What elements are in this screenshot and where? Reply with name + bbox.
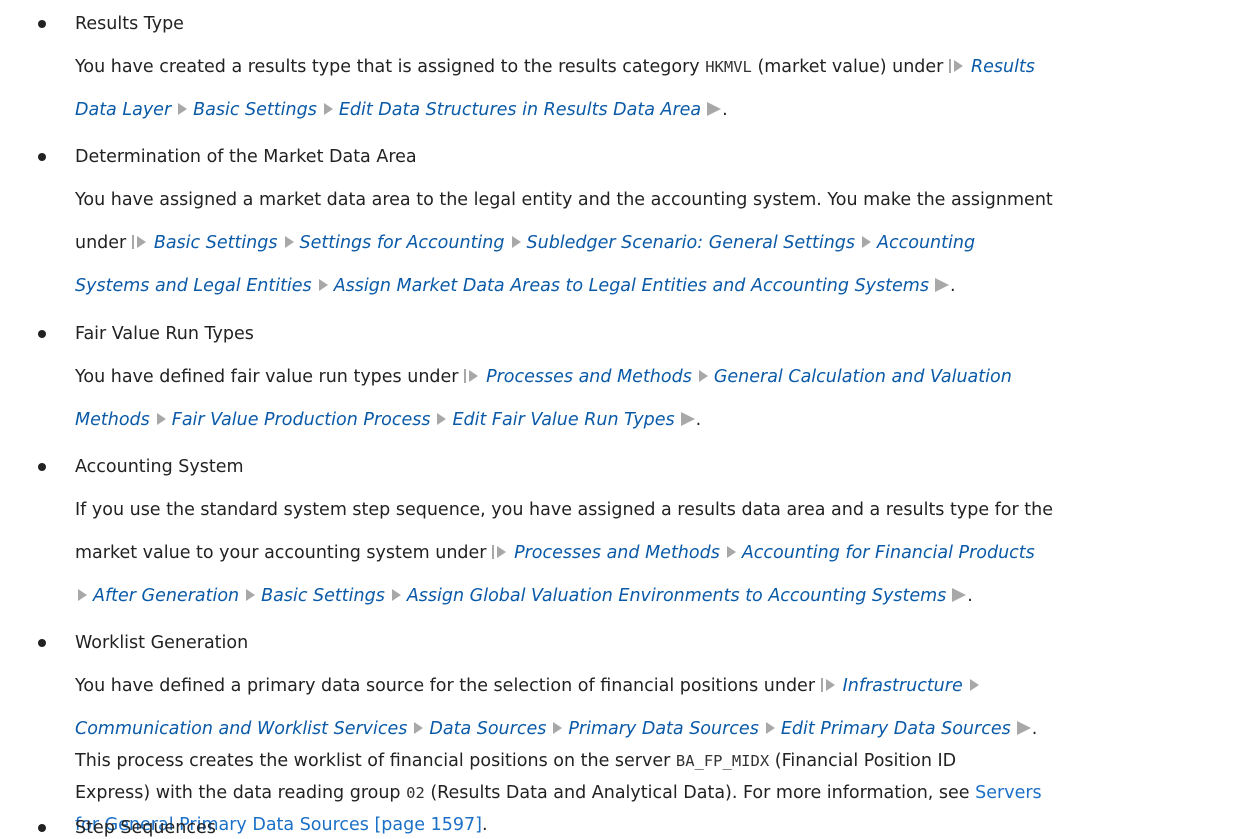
menu-path-separator-icon bbox=[284, 236, 294, 248]
menu-path-start-icon bbox=[492, 545, 507, 559]
menu-path-step[interactable]: Edit Primary Data Sources bbox=[781, 719, 1011, 739]
menu-path-step[interactable]: Assign Market Data Areas to Legal Entiti… bbox=[334, 276, 929, 296]
menu-path-separator-icon bbox=[726, 546, 736, 558]
menu-path-separator-icon bbox=[511, 236, 521, 248]
menu-path-step[interactable]: Primary Data Sources bbox=[568, 719, 758, 739]
menu-path-separator-icon bbox=[78, 589, 87, 601]
menu-path-step[interactable]: Subledger Scenario: General Settings bbox=[527, 233, 856, 253]
menu-path-separator-icon bbox=[437, 413, 447, 425]
menu-path-separator-icon bbox=[553, 722, 563, 734]
menu-path-step[interactable]: Communication and Worklist Services bbox=[75, 719, 407, 739]
list-item-text: Communication and Worklist Services Data … bbox=[75, 719, 1038, 739]
menu-path-step[interactable]: Assign Global Valuation Environments to … bbox=[407, 586, 946, 606]
list-bullet bbox=[38, 330, 46, 338]
menu-path-step[interactable]: Infrastructure bbox=[843, 676, 963, 696]
code-value: HKMVL bbox=[705, 58, 752, 76]
menu-path-step[interactable]: Basic Settings bbox=[154, 233, 278, 253]
menu-path-step[interactable]: Data Sources bbox=[429, 719, 546, 739]
list-item-title: Accounting System bbox=[75, 457, 244, 477]
menu-path-separator-icon bbox=[156, 413, 166, 425]
list-item-text: Systems and Legal Entities Assign Market … bbox=[75, 276, 956, 296]
menu-path-step[interactable]: After Generation bbox=[93, 586, 239, 606]
menu-path-step[interactable]: Methods bbox=[75, 410, 150, 430]
menu-path-step[interactable]: Results bbox=[971, 57, 1035, 77]
menu-path-separator-icon bbox=[318, 279, 328, 291]
list-item-text: Express) with the data reading group 02 … bbox=[75, 783, 1042, 803]
menu-path-start-icon bbox=[464, 369, 479, 383]
code-value: BA_FP_MIDX bbox=[675, 752, 770, 770]
list-bullet bbox=[38, 824, 46, 832]
menu-path-step[interactable]: Processes and Methods bbox=[514, 543, 720, 563]
menu-path-end-icon bbox=[1016, 721, 1031, 735]
menu-path-separator-icon bbox=[323, 103, 333, 115]
menu-path-end-icon bbox=[934, 278, 949, 292]
list-item-text: Data Layer Basic Settings Edit Data Struct… bbox=[75, 100, 728, 120]
list-item-text: You have created a results type that is … bbox=[75, 57, 1035, 77]
list-item-text: After Generation Basic Settings Assign Glo… bbox=[75, 585, 973, 607]
list-item-text: market value to your accounting system u… bbox=[75, 543, 1035, 563]
list-bullet bbox=[38, 153, 46, 161]
list-item-title: Results Type bbox=[75, 14, 184, 34]
menu-path-separator-icon bbox=[862, 236, 872, 248]
code-value: 02 bbox=[406, 784, 425, 802]
list-item-text: You have defined a primary data source f… bbox=[75, 675, 985, 697]
menu-path-step[interactable]: Basic Settings bbox=[193, 100, 317, 120]
menu-path-step[interactable]: Fair Value Production Process bbox=[172, 410, 431, 430]
list-item-text: You have defined fair value run types un… bbox=[75, 367, 1012, 387]
list-item-text: Methods Fair Value Production Process Edit… bbox=[75, 410, 702, 430]
menu-path-step[interactable]: Data Layer bbox=[75, 100, 171, 120]
menu-path-separator-icon bbox=[391, 589, 401, 601]
list-item-title: Fair Value Run Types bbox=[75, 324, 254, 344]
menu-path-step[interactable]: Accounting bbox=[877, 233, 975, 253]
menu-path-step[interactable]: Basic Settings bbox=[261, 586, 385, 606]
menu-path-separator-icon bbox=[414, 722, 424, 734]
menu-path-step[interactable]: Accounting for Financial Products bbox=[742, 543, 1035, 563]
menu-path-step[interactable]: Settings for Accounting bbox=[300, 233, 505, 253]
list-item-text: You have assigned a market data area to … bbox=[75, 190, 1053, 210]
list-item-text: This process creates the worklist of fin… bbox=[75, 751, 957, 771]
menu-path-end-icon bbox=[680, 412, 695, 426]
menu-path-step[interactable]: Edit Data Structures in Results Data Are… bbox=[339, 100, 701, 120]
menu-path-separator-icon bbox=[765, 722, 775, 734]
menu-path-end-icon bbox=[952, 588, 967, 602]
cross-reference-link[interactable]: Servers bbox=[975, 783, 1042, 803]
menu-path-step[interactable]: Processes and Methods bbox=[486, 367, 692, 387]
menu-path-separator-icon bbox=[969, 679, 979, 691]
menu-path-step[interactable]: Systems and Legal Entities bbox=[75, 276, 312, 296]
document-page: Results Type You have created a results … bbox=[0, 0, 1247, 838]
list-bullet bbox=[38, 463, 46, 471]
list-item-title: Determination of the Market Data Area bbox=[75, 147, 417, 167]
menu-path-step[interactable]: Edit Fair Value Run Types bbox=[452, 410, 674, 430]
list-item-text: If you use the standard system step sequ… bbox=[75, 500, 1053, 520]
menu-path-separator-icon bbox=[698, 370, 708, 382]
list-item-text: under Basic Settings Settings for Account… bbox=[75, 233, 976, 253]
menu-path-start-icon bbox=[820, 678, 835, 692]
menu-path-separator-icon bbox=[178, 103, 188, 115]
menu-path-start-icon bbox=[948, 59, 963, 73]
menu-path-step[interactable]: General Calculation and Valuation bbox=[714, 367, 1012, 387]
list-bullet bbox=[38, 20, 46, 28]
list-item-title: Step Sequences bbox=[75, 818, 216, 838]
menu-path-start-icon bbox=[131, 235, 146, 249]
menu-path-end-icon bbox=[707, 102, 722, 116]
list-item-title: Worklist Generation bbox=[75, 633, 249, 653]
list-bullet bbox=[38, 639, 46, 647]
menu-path-separator-icon bbox=[246, 589, 256, 601]
